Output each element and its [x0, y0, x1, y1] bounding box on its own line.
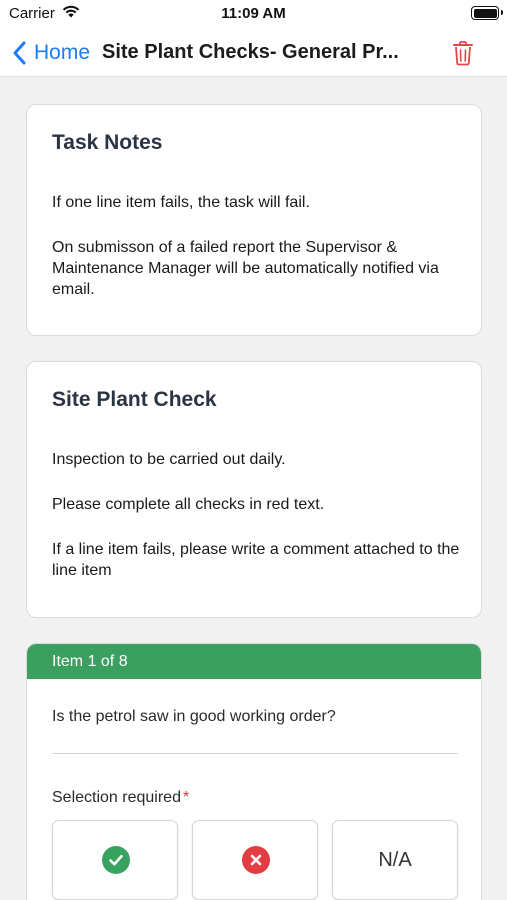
na-label: N/A	[378, 849, 412, 871]
trash-icon[interactable]	[451, 40, 475, 66]
task-notes-heading: Task Notes	[52, 131, 163, 154]
page-title: Site Plant Checks- General Pr...	[102, 41, 399, 63]
task-notes-card: Task Notes If one line item fails, the t…	[26, 104, 482, 336]
battery-icon	[471, 6, 503, 20]
back-button[interactable]: Home	[10, 38, 90, 68]
x-icon	[250, 854, 262, 866]
pass-button[interactable]	[52, 820, 178, 900]
na-button[interactable]: N/A	[332, 820, 458, 900]
item-counter: Item 1 of 8	[52, 653, 128, 670]
site-plant-check-card: Site Plant Check Inspection to be carrie…	[26, 361, 482, 618]
check-item-card: Item 1 of 8 Is the petrol saw in good wo…	[26, 643, 482, 900]
status-time: 11:09 AM	[221, 5, 286, 22]
site-plant-check-paragraph: If a line item fails, please write a com…	[52, 541, 460, 579]
site-plant-check-paragraph: Inspection to be carried out daily.	[52, 451, 286, 468]
status-bar: Carrier 11:09 AM	[0, 0, 507, 30]
check-icon	[109, 854, 123, 866]
item-question: Is the petrol saw in good working order?	[52, 708, 336, 725]
navigation-bar: Home Site Plant Checks- General Pr...	[0, 30, 507, 77]
pass-circle	[102, 846, 130, 874]
selection-label: Selection required *	[52, 789, 189, 807]
selection-label-text: Selection required	[52, 789, 181, 806]
fail-button[interactable]	[192, 820, 318, 900]
fail-circle	[242, 846, 270, 874]
chevron-left-icon	[13, 41, 26, 65]
site-plant-check-paragraph: Please complete all checks in red text.	[52, 496, 325, 513]
task-notes-paragraph: If one line item fails, the task will fa…	[52, 194, 310, 211]
back-button-label: Home	[34, 41, 91, 64]
required-marker: *	[182, 789, 190, 806]
divider	[52, 753, 458, 754]
task-notes-paragraph: On submisson of a failed report the Supe…	[52, 239, 439, 298]
item-header: Item 1 of 8	[27, 644, 481, 679]
site-plant-check-heading: Site Plant Check	[52, 388, 217, 411]
